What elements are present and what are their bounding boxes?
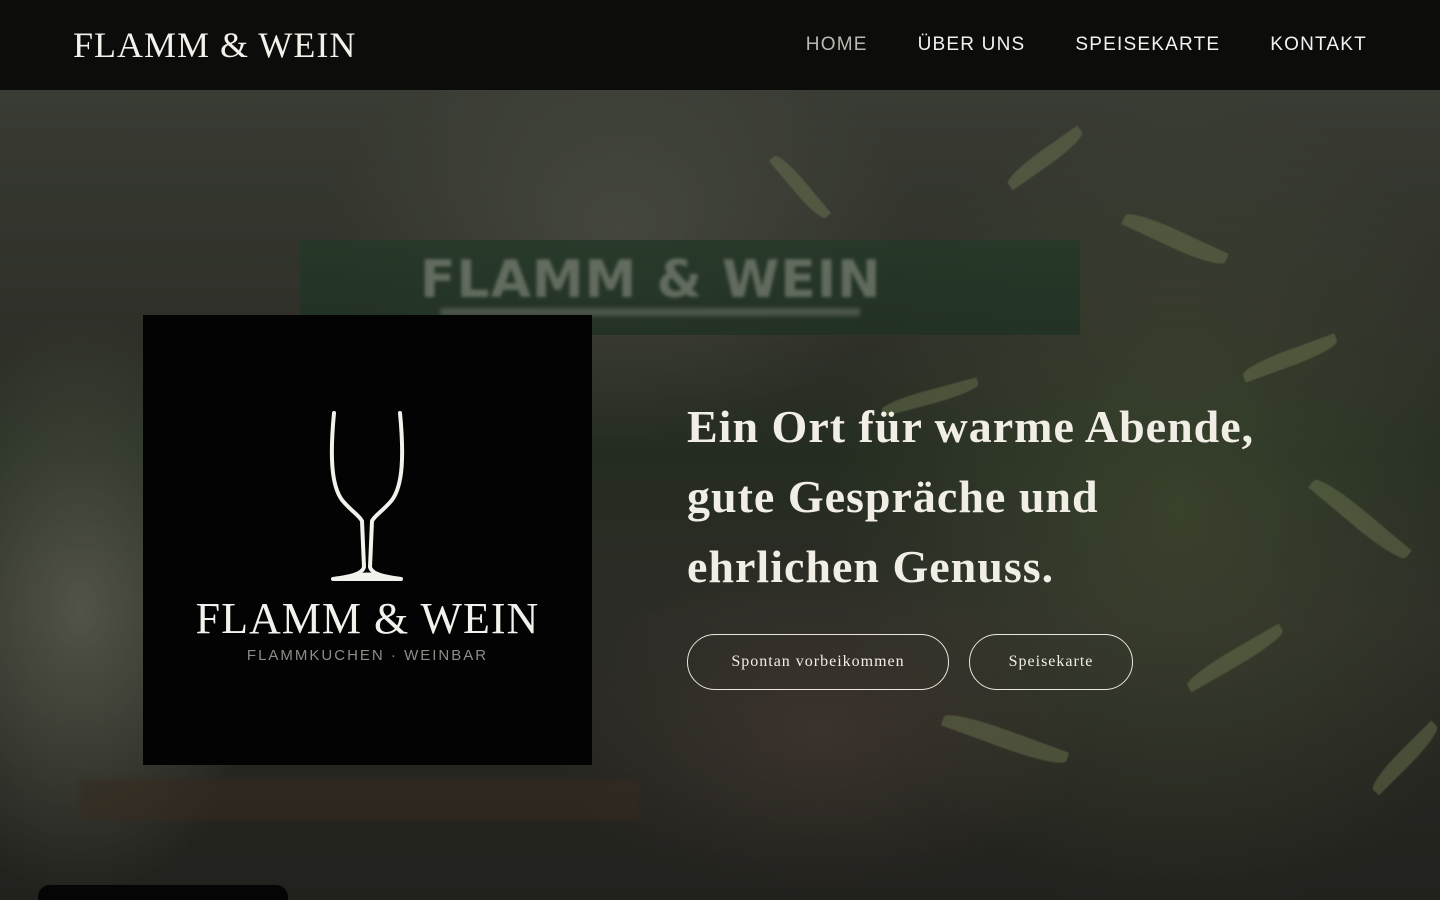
nav-item-speisekarte[interactable]: SPEISEKARTE [1075,34,1220,56]
wine-glass-icon [329,411,405,581]
site-header: FLAMM & WEIN HOME ÜBER UNS SPEISEKARTE K… [0,0,1440,90]
logo-subtitle: FLAMMKUCHEN · WEINBAR [246,647,489,664]
nav-item-kontakt[interactable]: KONTAKT [1270,34,1367,56]
tagline-line: gute Gespräche und [687,471,1099,522]
hero-actions: Spontan vorbeikommen Speisekarte [687,634,1133,690]
spontan-vorbeikommen-button[interactable]: Spontan vorbeikommen [687,634,949,690]
logo-name: FLAMM & WEIN [195,594,540,643]
nav-item-home[interactable]: HOME [806,34,868,56]
nav-item-ueber-uns[interactable]: ÜBER UNS [918,34,1026,56]
tagline-line: ehrlichen Genuss. [687,541,1055,592]
tagline-line: Ein Ort für warme Abende, [687,401,1255,452]
brand-logo[interactable]: FLAMM & WEIN [73,27,356,63]
main-nav: HOME ÜBER UNS SPEISEKARTE KONTAKT [806,34,1367,56]
speisekarte-button[interactable]: Speisekarte [969,634,1133,690]
bottom-floating-tab[interactable] [38,885,288,900]
hero-tagline: Ein Ort für warme Abende, gute Gespräche… [687,392,1327,602]
logo-card: FLAMM & WEIN FLAMMKUCHEN · WEINBAR [143,315,592,765]
